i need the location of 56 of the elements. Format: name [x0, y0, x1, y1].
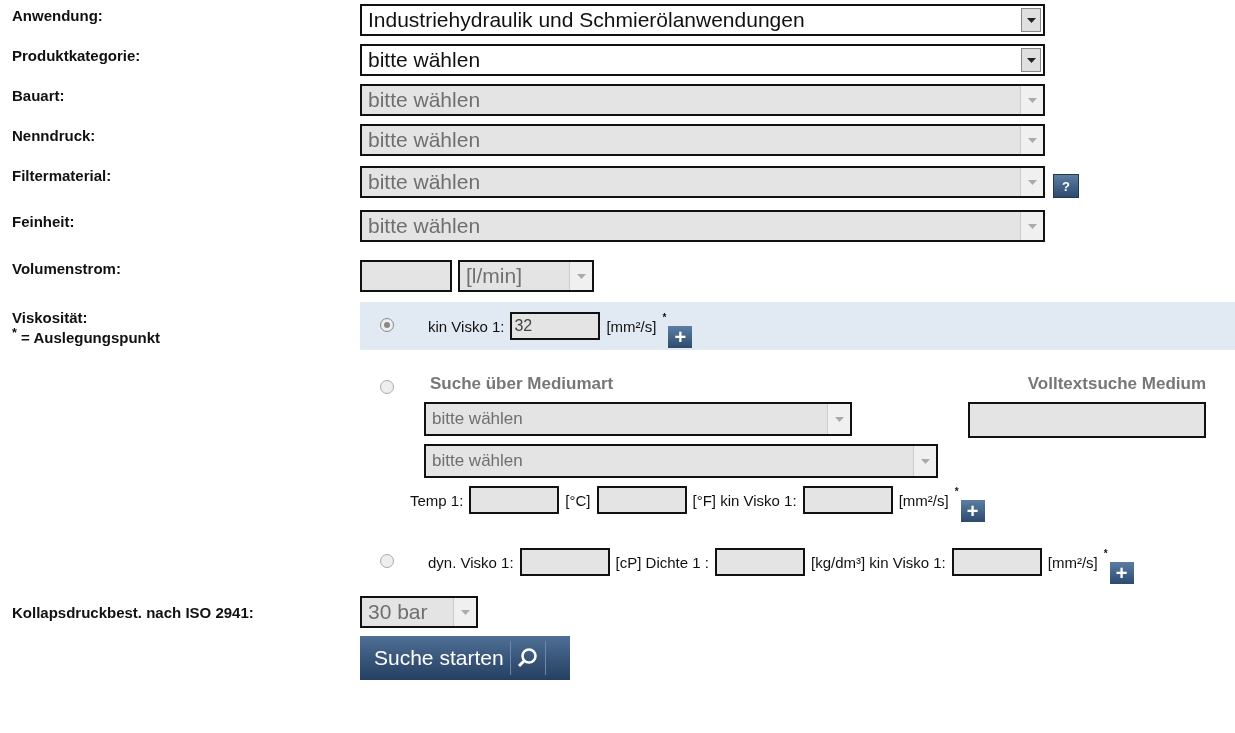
input-field[interactable] — [596, 486, 687, 514]
section-heading: Volltextsuche Medium — [1026, 374, 1206, 394]
input-field[interactable] — [951, 548, 1042, 576]
input-field[interactable] — [802, 486, 893, 514]
field-label: Filtermaterial: — [11, 166, 113, 186]
dropdown[interactable]: Industriehydraulik und Schmierölanwendungen — [360, 4, 1045, 36]
caret-icon — [1027, 223, 1037, 229]
field-label: [°C] — [565, 491, 591, 509]
search-button[interactable]: Suche starten — [360, 636, 570, 680]
add-button[interactable]: + — [1109, 562, 1134, 584]
field-label: Kollapsdruckbest. nach ISO 2941: — [11, 603, 255, 623]
asterisk: * — [954, 486, 959, 497]
dropdown[interactable]: bitte wählen — [424, 444, 938, 478]
field-label: [°F] kin Visko 1: — [692, 491, 797, 509]
input-field[interactable] — [519, 548, 610, 576]
legend-note: $^{*}$ = Auslegungspunkt — [11, 326, 162, 346]
asterisk: * — [1103, 548, 1108, 559]
field-label: Volumenstrom: — [11, 259, 122, 279]
caret-icon — [1026, 57, 1036, 63]
field-label: Nenndruck: — [11, 126, 97, 146]
add-button[interactable]: + — [960, 500, 985, 522]
search-field[interactable] — [968, 402, 1206, 438]
caret-icon — [1026, 17, 1036, 23]
caret-icon — [920, 458, 930, 464]
field-label: [mm²/s] — [606, 317, 657, 335]
caret-icon — [1027, 179, 1037, 185]
radio-button[interactable] — [380, 318, 394, 332]
radio-button[interactable] — [380, 554, 394, 568]
field-label: Produktkategorie: — [11, 46, 142, 66]
add-button[interactable]: + — [668, 326, 693, 348]
caret-icon — [1027, 137, 1037, 143]
field-label: dyn. Visko 1: — [428, 553, 514, 571]
asterisk: * — [662, 312, 667, 323]
section-heading: Suche über Mediumart — [429, 374, 615, 394]
search-icon — [516, 647, 539, 669]
field-label: Viskosität: — [11, 308, 89, 326]
field-label: Feinheit: — [11, 212, 76, 232]
input-field[interactable]: 32 — [510, 312, 601, 340]
field-label: Bauart: — [11, 86, 66, 106]
caret-icon — [1027, 97, 1037, 103]
dropdown[interactable]: bitte wählen — [360, 44, 1045, 76]
input-field[interactable] — [469, 486, 560, 514]
field-label: [mm²/s] — [898, 491, 949, 509]
radio-button[interactable] — [380, 380, 394, 394]
field-label: Anwendung: — [11, 6, 104, 26]
caret-icon — [460, 609, 470, 615]
field-label: [mm²/s] — [1047, 553, 1098, 571]
caret-icon — [834, 416, 844, 422]
input-field[interactable] — [715, 548, 805, 576]
caret-icon — [576, 273, 586, 279]
field-label: kin Visko 1: — [428, 317, 505, 335]
input-field[interactable] — [360, 260, 452, 292]
dropdown[interactable]: bitte wählen — [424, 402, 852, 436]
field-label: [kg/dm³] kin Visko 1: — [811, 553, 946, 571]
field-label: [cP] Dichte 1 : — [615, 553, 709, 571]
field-label: Temp 1: — [410, 491, 464, 509]
